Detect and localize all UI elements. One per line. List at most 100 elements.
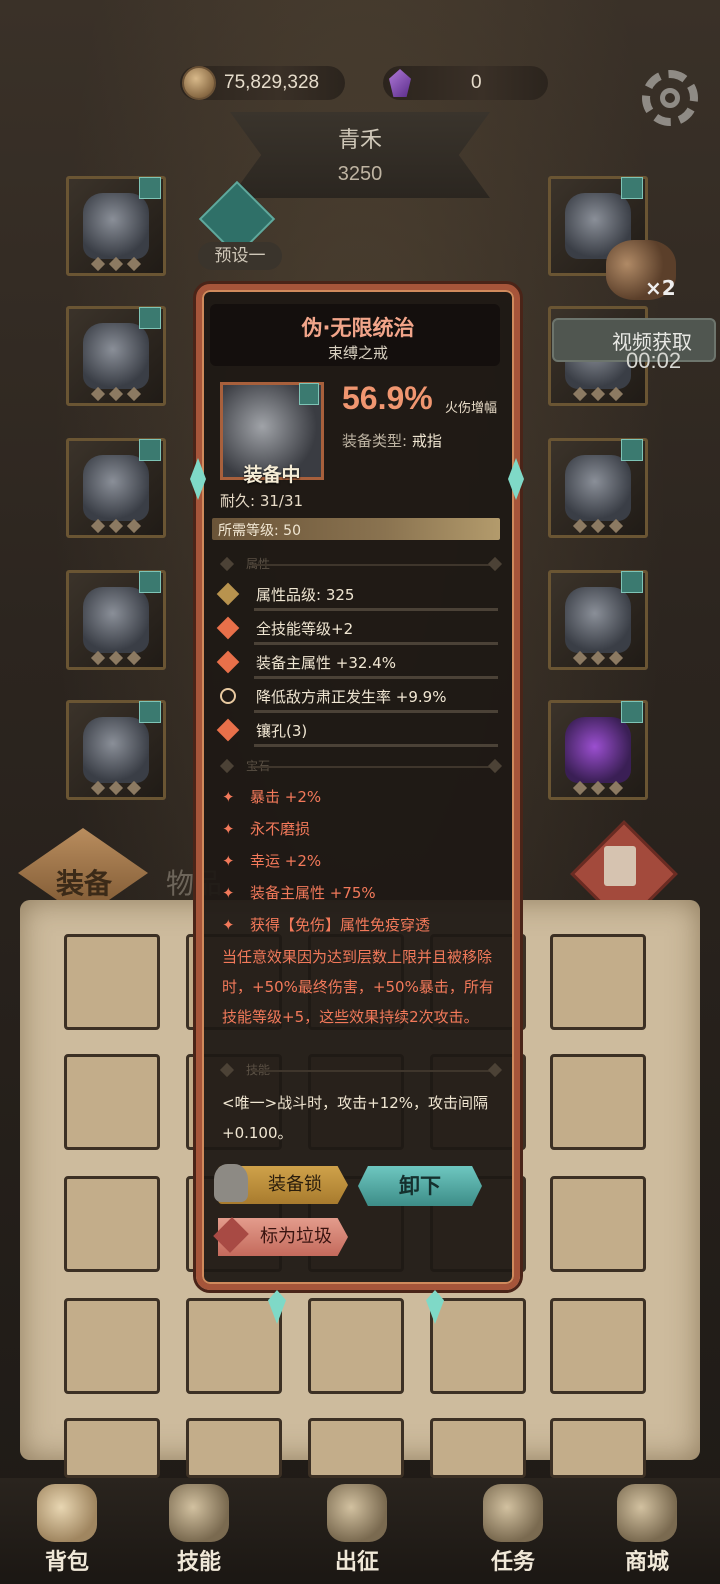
- equip-slot-boots[interactable]: [66, 700, 166, 800]
- tab-equipment-label: 装备: [56, 867, 113, 900]
- nav-quests-label: 任务: [490, 1550, 535, 1575]
- attr-text: 属性品级: 325: [256, 586, 355, 604]
- lock-icon: [139, 177, 161, 199]
- gem-bonus-row: ✦ 幸运 +2%: [222, 850, 321, 871]
- attr-row: 属性品级: 325: [216, 582, 500, 611]
- boots-icon: [83, 717, 149, 783]
- lock-icon: [139, 571, 161, 593]
- nav-backpack-label: 背包: [44, 1550, 89, 1575]
- required-level: 所需等级: 50: [218, 523, 301, 539]
- diamond-icon: [216, 718, 240, 742]
- coin-counter: 75,829,328: [180, 66, 345, 100]
- star-icon: ✦: [222, 852, 235, 870]
- socket-row: [572, 518, 624, 534]
- item-type-label: 装备类型:: [342, 432, 408, 450]
- inventory-slot[interactable]: [64, 1176, 160, 1272]
- inventory-slot[interactable]: [430, 1298, 526, 1394]
- unequip-button[interactable]: 卸下: [358, 1166, 482, 1206]
- lock-icon: [299, 383, 319, 405]
- gem-bonus-text: 装备主属性 +75%: [250, 884, 376, 902]
- item-type-value: 戒指: [411, 432, 442, 450]
- equip-slot-armor[interactable]: [66, 306, 166, 406]
- equip-slot-pants[interactable]: [66, 570, 166, 670]
- socket-row: [90, 780, 142, 796]
- attr-row: 降低敌方肃正发生率 +9.9%: [218, 684, 500, 713]
- settings-gear-icon[interactable]: [642, 70, 698, 126]
- inventory-slot[interactable]: [64, 1298, 160, 1394]
- gem-counter: 0: [383, 66, 548, 100]
- inventory-slot[interactable]: [550, 1298, 646, 1394]
- attr-text: 降低敌方肃正发生率 +9.9%: [256, 688, 447, 706]
- socket-row: [90, 650, 142, 666]
- diamond-icon: [216, 616, 240, 640]
- orb-icon: [565, 717, 631, 783]
- pants-icon: [83, 587, 149, 653]
- main-stat-value: 56.9%: [342, 380, 433, 416]
- lock-icon: [139, 439, 161, 461]
- durability: 耐久: 31/31: [220, 492, 304, 510]
- equip-slot-ring-2[interactable]: [548, 438, 648, 538]
- backpack-icon: [37, 1484, 97, 1542]
- nav-quests[interactable]: 任务: [458, 1478, 568, 1584]
- gem-bonus-row: ✦ 获得【免伤】属性免疫穿透: [222, 914, 430, 935]
- equip-slot-gloves[interactable]: [66, 438, 166, 538]
- gem-bonus-text: 获得【免伤】属性免疫穿透: [250, 916, 431, 934]
- star-icon: ✦: [222, 916, 235, 934]
- top-bar: 75,829,328 0: [0, 62, 720, 106]
- padlock-icon: [214, 1164, 248, 1202]
- attr-row: 装备主属性 +32.4%: [216, 650, 500, 679]
- cycle-icon: [220, 688, 236, 704]
- reward-multiplier: ×2: [645, 276, 676, 300]
- video-reward-timer: 00:02: [626, 348, 682, 373]
- nav-expedition[interactable]: 出征: [302, 1478, 412, 1584]
- inventory-slot[interactable]: [186, 1418, 282, 1478]
- preset-selector[interactable]: 预设一: [198, 242, 282, 270]
- inventory-slot[interactable]: [186, 1298, 282, 1394]
- socket-row: [90, 518, 142, 534]
- trash-icon: [604, 846, 636, 886]
- hero-power: 3250: [337, 163, 383, 185]
- star-icon: ✦: [222, 884, 235, 902]
- socket-row: [572, 386, 624, 402]
- inventory-slot[interactable]: [550, 1176, 646, 1272]
- nav-skills-label: 技能: [176, 1550, 221, 1575]
- lock-icon: [621, 701, 643, 723]
- attr-text: 装备主属性 +32.4%: [256, 654, 396, 672]
- diamond-icon: [216, 650, 240, 674]
- inventory-slot[interactable]: [550, 1418, 646, 1478]
- gem-bonus-text: 幸运 +2%: [250, 852, 322, 870]
- star-icon: ✦: [222, 788, 235, 806]
- main-stat-label: 火伤增幅: [445, 401, 498, 416]
- lock-icon: [139, 307, 161, 329]
- inventory-slot[interactable]: [308, 1298, 404, 1394]
- inventory-slot[interactable]: [430, 1418, 526, 1478]
- nav-shop-label: 商城: [624, 1550, 669, 1575]
- attr-row: 镶孔(3): [216, 718, 500, 747]
- attr-text: 全技能等级+2: [256, 620, 354, 638]
- item-subtitle: 束缚之戒: [327, 344, 388, 362]
- gem-bonus-row: ✦ 装备主属性 +75%: [222, 882, 376, 903]
- skill-book-icon: [169, 1484, 229, 1542]
- equip-slot-weapon[interactable]: [548, 570, 648, 670]
- helmet-icon: [83, 193, 149, 259]
- inventory-slot[interactable]: [550, 934, 646, 1030]
- hero-name: 青禾: [337, 128, 382, 153]
- nav-shop[interactable]: 商城: [592, 1478, 702, 1584]
- inventory-slot[interactable]: [64, 1054, 160, 1150]
- spear-icon: [565, 587, 631, 653]
- lock-icon: [621, 439, 643, 461]
- attr-text: 镶孔(3): [256, 722, 308, 740]
- nav-expedition-label: 出征: [334, 1550, 379, 1575]
- equip-slot-head[interactable]: [66, 176, 166, 276]
- nav-skills[interactable]: 技能: [144, 1478, 254, 1584]
- nav-backpack[interactable]: 背包: [12, 1478, 122, 1584]
- equip-slot-offhand[interactable]: [548, 700, 648, 800]
- coin-amount: 75,829,328: [224, 72, 320, 93]
- inventory-slot[interactable]: [64, 1418, 160, 1478]
- inventory-slot[interactable]: [64, 934, 160, 1030]
- socket-row: [90, 386, 142, 402]
- inventory-slot[interactable]: [308, 1418, 404, 1478]
- inventory-slot[interactable]: [550, 1054, 646, 1150]
- scroll-icon: [483, 1484, 543, 1542]
- socket-row: [572, 650, 624, 666]
